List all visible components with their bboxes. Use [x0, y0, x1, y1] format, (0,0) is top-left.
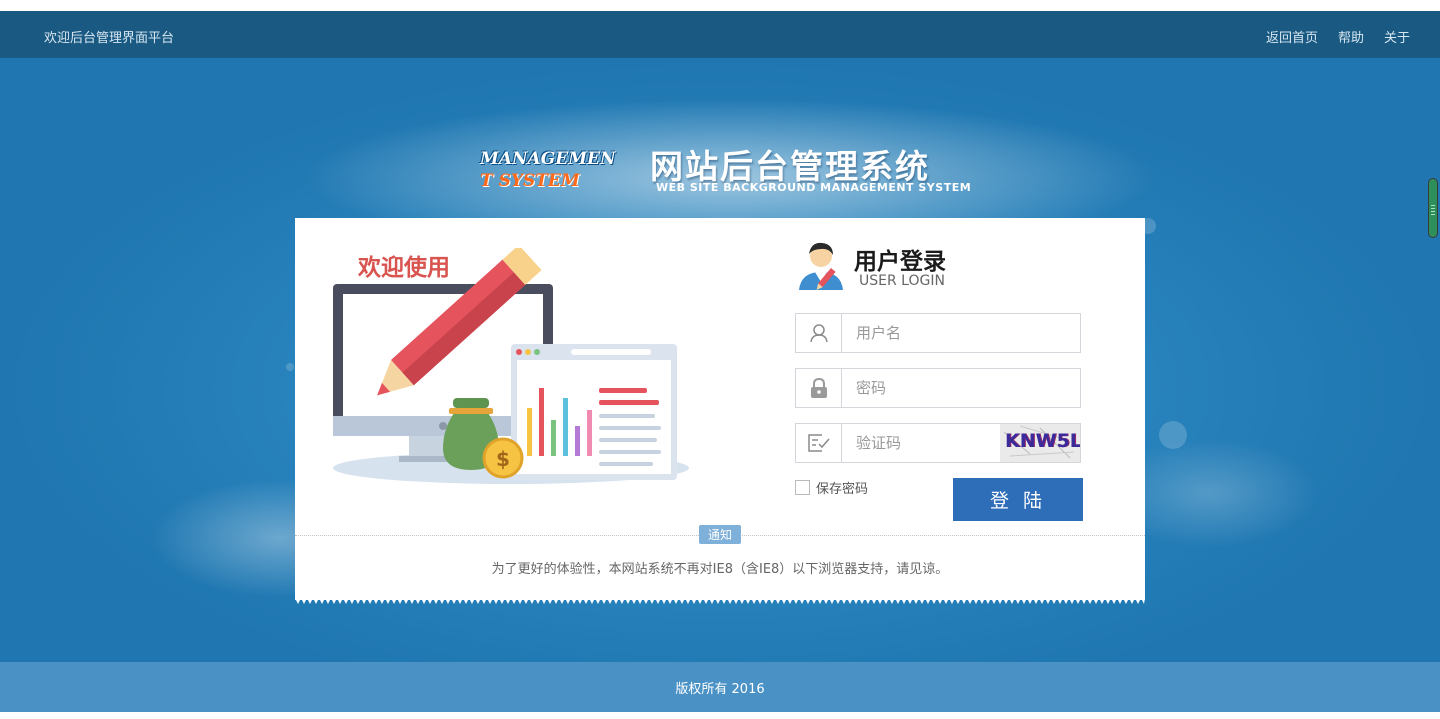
captcha-check-icon — [796, 424, 842, 462]
footer: 版权所有 2016 — [0, 662, 1440, 712]
card-zigzag-edge — [295, 598, 1145, 604]
notice-badge: 通知 — [699, 525, 741, 544]
captcha-field: KNW5L — [795, 423, 1081, 463]
login-subtitle: USER LOGIN — [859, 273, 945, 289]
nav-about-link[interactable]: 关于 — [1384, 27, 1410, 46]
login-title: 用户登录 — [854, 249, 946, 275]
login-card: 欢迎使用 $ 用户登录 USER LOGIN 用户名 验证码 KNW5L 保存密… — [295, 218, 1145, 604]
page-scrollbar[interactable] — [1428, 178, 1438, 238]
nav-home-link[interactable]: 返回首页 — [1266, 27, 1318, 46]
avatar-icon — [799, 242, 843, 290]
login-button[interactable]: 登 陆 — [953, 478, 1083, 521]
logo-english: MANAGEMEN T SYSTEM — [480, 149, 616, 191]
remember-checkbox[interactable] — [795, 480, 810, 495]
password-input[interactable] — [856, 378, 1056, 398]
nav-help-link[interactable]: 帮助 — [1338, 27, 1364, 46]
top-bar: 欢迎后台管理界面平台 返回首页 帮助 关于 — [0, 11, 1440, 58]
site-title: 欢迎后台管理界面平台 — [44, 31, 175, 46]
captcha-code: KNW5L — [1005, 430, 1080, 452]
copyright-text: 版权所有 2016 — [675, 681, 765, 697]
logo-subtitle: WEB SITE BACKGROUND MANAGEMENT SYSTEM — [656, 181, 972, 194]
top-nav: 返回首页 帮助 关于 — [1266, 27, 1410, 46]
username-input[interactable] — [856, 323, 1056, 343]
user-icon — [796, 314, 842, 352]
svg-text:$: $ — [496, 447, 510, 471]
username-field — [795, 313, 1081, 353]
captcha-image[interactable]: KNW5L — [1000, 424, 1080, 462]
password-field — [795, 368, 1081, 408]
dashboard-illustration-icon: $ — [333, 248, 689, 484]
remember-password[interactable]: 保存密码 — [795, 478, 868, 497]
lock-icon — [796, 369, 842, 407]
notice-text: 为了更好的体验性，本网站系统不再对IE8（含IE8）以下浏览器支持，请见谅。 — [491, 562, 949, 577]
captcha-input[interactable] — [856, 433, 986, 453]
remember-label: 保存密码 — [816, 482, 869, 497]
